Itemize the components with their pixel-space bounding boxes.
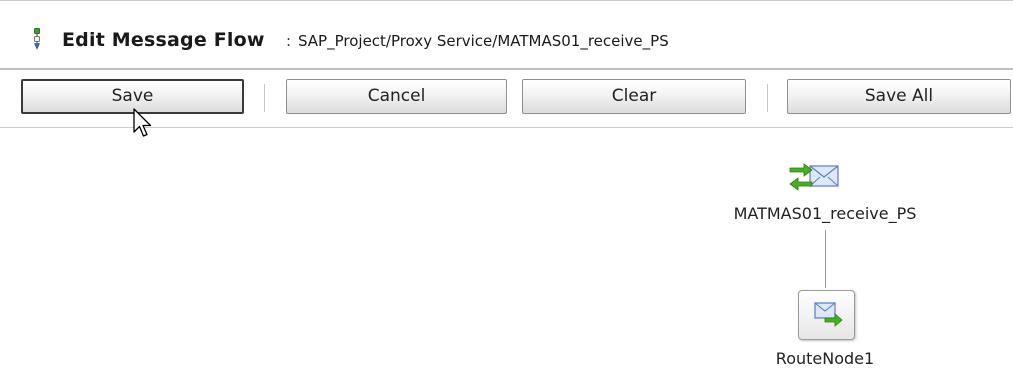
proxy-node-label: MATMAS01_receive_PS bbox=[700, 204, 950, 223]
message-flow-icon bbox=[32, 28, 42, 50]
route-node-label-text: RouteNode1 bbox=[775, 349, 875, 368]
page-header: Edit Message Flow : SAP_Project/Proxy Se… bbox=[0, 0, 1013, 70]
save-all-button[interactable]: Save All bbox=[787, 79, 1011, 114]
route-node[interactable] bbox=[798, 290, 855, 340]
edit-message-flow-panel: Edit Message Flow : SAP_Project/Proxy Se… bbox=[0, 0, 1013, 379]
route-node-label: RouteNode1 bbox=[730, 349, 920, 368]
route-node-icon bbox=[814, 302, 843, 327]
proxy-node-label-text: MATMAS01_receive_PS bbox=[733, 204, 917, 223]
toolbar: Save Cancel Clear Save All bbox=[0, 70, 1013, 128]
cancel-button[interactable]: Cancel bbox=[286, 79, 507, 114]
toolbar-divider bbox=[264, 84, 265, 112]
flow-canvas[interactable] bbox=[0, 128, 1013, 379]
proxy-service-icon[interactable] bbox=[788, 158, 852, 194]
toolbar-divider bbox=[767, 84, 768, 112]
page-title: Edit Message Flow bbox=[62, 29, 265, 51]
flow-connector bbox=[825, 230, 826, 288]
title-separator: : bbox=[286, 32, 292, 50]
save-button[interactable]: Save bbox=[21, 79, 244, 114]
breadcrumb-path: SAP_Project/Proxy Service/MATMAS01_recei… bbox=[298, 32, 669, 50]
clear-button[interactable]: Clear bbox=[522, 79, 746, 114]
